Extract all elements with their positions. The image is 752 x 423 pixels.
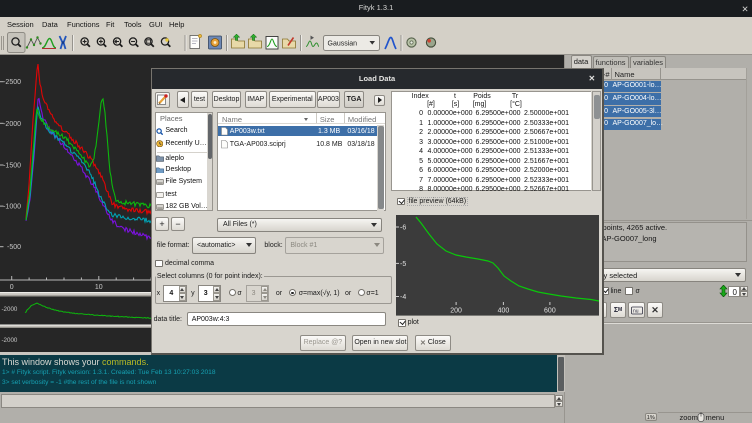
svg-text:-500: -500 — [7, 244, 21, 251]
svg-text:-2000: -2000 — [2, 306, 18, 313]
svg-text:600: 600 — [544, 307, 556, 314]
svg-text:nu: nu — [633, 308, 639, 314]
svg-text:-2000: -2000 — [2, 337, 18, 344]
svg-text:-2000: -2000 — [3, 121, 21, 128]
svg-text:0: 0 — [10, 284, 14, 291]
svg-text:-5: -5 — [400, 261, 406, 268]
svg-text:-4: -4 — [400, 294, 406, 301]
svg-text:400: 400 — [497, 307, 509, 314]
svg-text:Gaussian: Gaussian — [328, 41, 358, 48]
svg-text:-1000: -1000 — [3, 204, 21, 211]
svg-text:-1500: -1500 — [3, 163, 21, 170]
svg-text:10: 10 — [95, 284, 103, 291]
svg-text:-2500: -2500 — [3, 79, 21, 86]
svg-text:-6: -6 — [400, 224, 406, 231]
svg-text:200: 200 — [450, 307, 462, 314]
